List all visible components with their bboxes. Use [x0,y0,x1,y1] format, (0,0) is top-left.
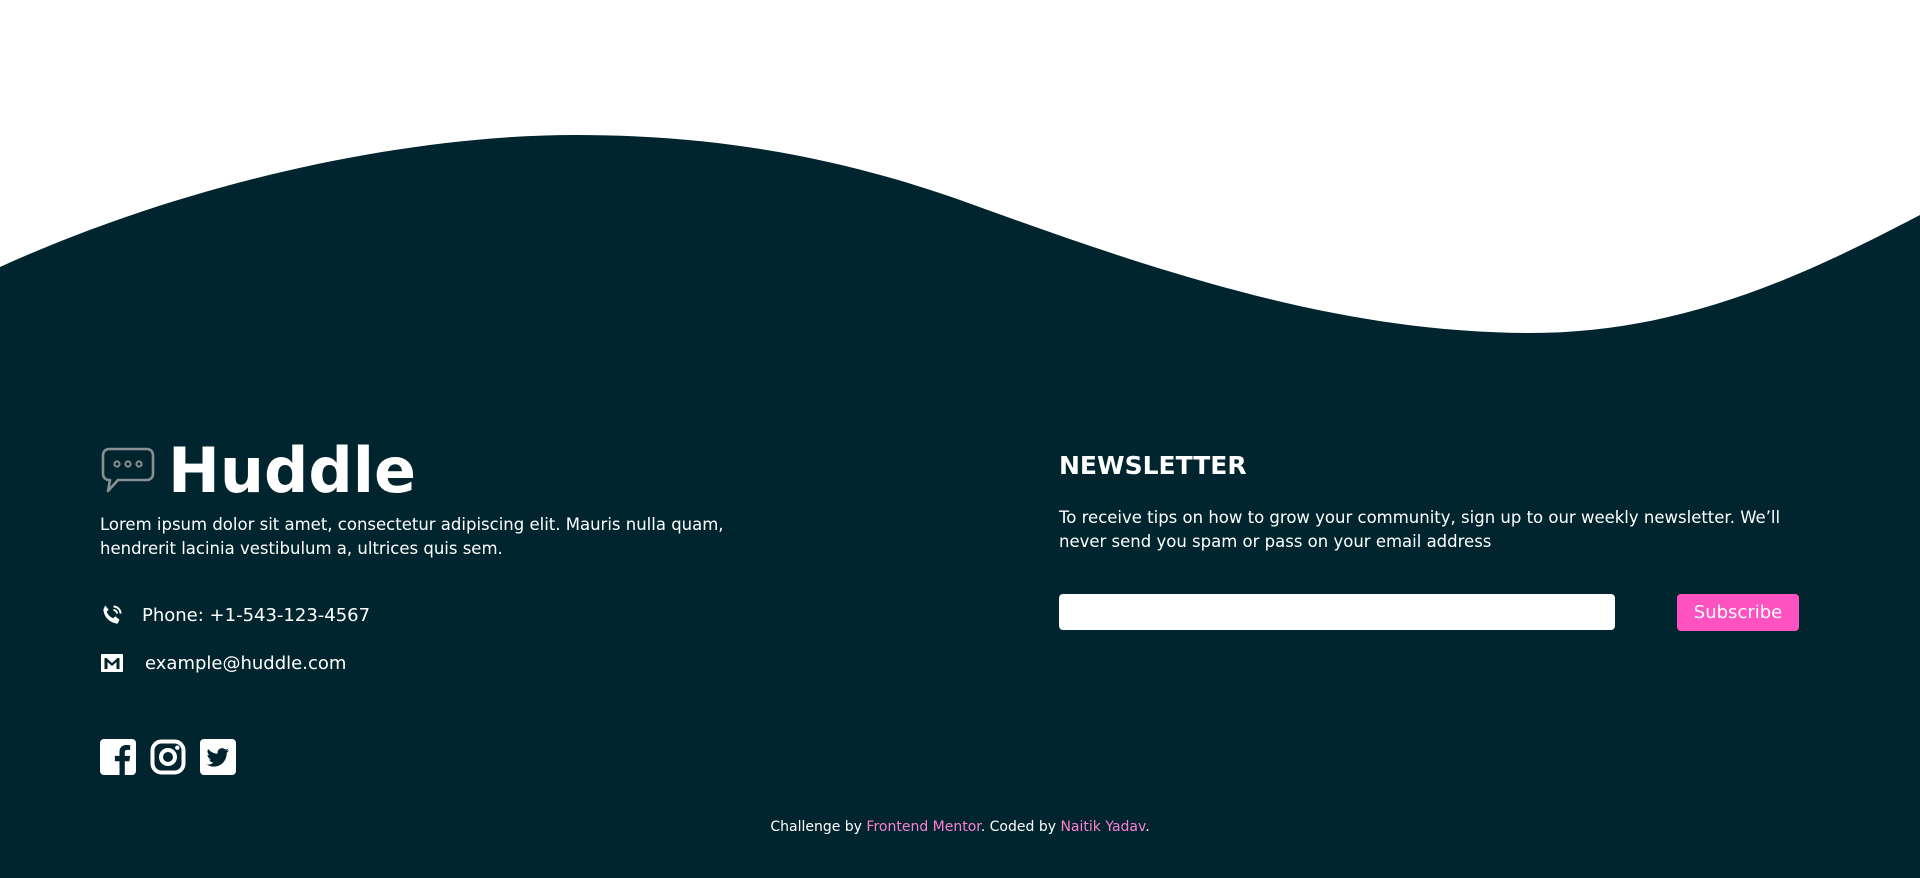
attribution-middle: . Coded by [980,819,1061,835]
email-icon [101,654,123,672]
site-footer: Huddle Lorem ipsum dolor sit amet, conse… [0,0,1920,878]
page: Huddle Lorem ipsum dolor sit amet, conse… [0,0,1920,878]
attribution-prefix: Challenge by [770,819,867,835]
subscribe-button[interactable]: Subscribe [1677,594,1799,631]
instagram-icon[interactable] [150,739,186,775]
phone-icon [103,605,122,624]
email-text[interactable]: example@huddle.com [145,653,346,674]
contact-phone: Phone: +1-543-123-4567 [100,603,370,627]
about-text: Lorem ipsum dolor sit amet, consectetur … [100,515,724,558]
newsletter-title: NEWSLETTER [1059,451,1247,480]
frontend-mentor-link[interactable]: Frontend Mentor [866,819,980,835]
attribution-suffix: . [1145,819,1150,835]
newsletter-description: To receive tips on how to grow your comm… [1059,508,1781,551]
author-link[interactable]: Naitik Yadav [1060,819,1145,835]
newsletter-email-input[interactable] [1059,594,1615,630]
phone-text: Phone: +1-543-123-4567 [142,604,371,626]
chat-bubble-icon [101,447,155,493]
brand-logo[interactable]: Huddle [100,438,416,504]
facebook-icon[interactable] [100,739,136,775]
twitter-icon[interactable] [200,739,236,775]
brand-name: Huddle [168,434,417,507]
attribution: Challenge by Frontend Mentor. Coded by N… [0,817,1920,837]
contact-email: example@huddle.com [100,651,346,675]
social-links [100,739,236,775]
